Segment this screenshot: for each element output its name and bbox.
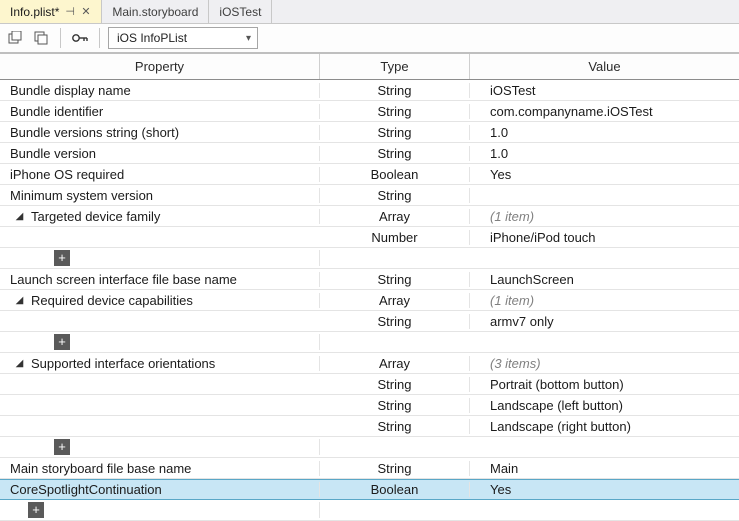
value-label: (1 item) [470, 209, 739, 224]
type-label: Array [320, 293, 470, 308]
close-icon[interactable]: ✕ [81, 7, 91, 17]
type-label: String [320, 272, 470, 287]
table-row[interactable]: Minimum system version String [0, 185, 739, 206]
type-label: String [320, 461, 470, 476]
tab-label: iOSTest [219, 5, 261, 19]
expand-all-button[interactable] [4, 27, 26, 49]
type-label: String [320, 398, 470, 413]
value-label: Yes [470, 167, 739, 182]
disclosure-triangle-icon[interactable]: ◢ [14, 358, 25, 369]
tab-iostest[interactable]: iOSTest [209, 0, 272, 23]
add-item-button[interactable]: + [54, 250, 70, 266]
value-label: iOSTest [470, 83, 739, 98]
chevron-down-icon: ▾ [246, 33, 251, 44]
table-row[interactable]: Bundle identifier String com.companyname… [0, 101, 739, 122]
value-label: Landscape (right button) [470, 419, 739, 434]
prop-label: Bundle identifier [10, 104, 103, 119]
value-label: 1.0 [470, 146, 739, 161]
prop-label: Required device capabilities [31, 293, 193, 308]
column-header-type[interactable]: Type [320, 54, 470, 79]
table-row[interactable]: Bundle version String 1.0 [0, 143, 739, 164]
prop-label: Minimum system version [10, 188, 153, 203]
prop-label: Targeted device family [31, 209, 160, 224]
type-label: Array [320, 356, 470, 371]
type-label: String [320, 104, 470, 119]
value-label: com.companyname.iOSTest [470, 104, 739, 119]
table-row[interactable]: Number iPhone/iPod touch [0, 227, 739, 248]
property-grid: Bundle display name String iOSTest Bundl… [0, 80, 739, 521]
type-label: Array [320, 209, 470, 224]
grid-header: Property Type Value [0, 54, 739, 80]
table-row[interactable]: String Landscape (left button) [0, 395, 739, 416]
prop-label: Bundle version [10, 146, 96, 161]
value-label: armv7 only [470, 314, 739, 329]
table-row[interactable]: Bundle display name String iOSTest [0, 80, 739, 101]
toolbar-separator [99, 28, 100, 48]
type-label: String [320, 83, 470, 98]
prop-label: Bundle versions string (short) [10, 125, 179, 140]
tab-info-plist[interactable]: Info.plist* ⊣ ✕ [0, 0, 102, 23]
table-row[interactable]: ◢ Targeted device family Array (1 item) [0, 206, 739, 227]
table-row[interactable]: ◢ Required device capabilities Array (1 … [0, 290, 739, 311]
toolbar-separator [60, 28, 61, 48]
value-label: (1 item) [470, 293, 739, 308]
type-label: String [320, 377, 470, 392]
type-label: String [320, 188, 470, 203]
table-row[interactable]: Bundle versions string (short) String 1.… [0, 122, 739, 143]
value-label: Portrait (bottom button) [470, 377, 739, 392]
tab-label: Main.storyboard [112, 5, 198, 19]
prop-label: Main storyboard file base name [10, 461, 191, 476]
table-row[interactable]: String Portrait (bottom button) [0, 374, 739, 395]
type-label: String [320, 125, 470, 140]
toolbar: iOS InfoPList ▾ [0, 24, 739, 54]
value-label: 1.0 [470, 125, 739, 140]
key-button[interactable] [69, 27, 91, 49]
table-row[interactable]: Launch screen interface file base name S… [0, 269, 739, 290]
type-label: Number [320, 230, 470, 245]
table-row[interactable]: + [0, 332, 739, 353]
type-label: String [320, 314, 470, 329]
table-row[interactable]: Main storyboard file base name String Ma… [0, 458, 739, 479]
value-label: LaunchScreen [470, 272, 739, 287]
prop-label: Supported interface orientations [31, 356, 215, 371]
pin-icon[interactable]: ⊣ [65, 7, 75, 17]
value-label: (3 items) [470, 356, 739, 371]
add-item-button[interactable]: + [28, 502, 44, 518]
collapse-all-button[interactable] [30, 27, 52, 49]
type-label: String [320, 419, 470, 434]
add-item-button[interactable]: + [54, 439, 70, 455]
value-label: Main [470, 461, 739, 476]
table-row[interactable]: + [0, 248, 739, 269]
prop-label: Launch screen interface file base name [10, 272, 237, 287]
tab-label: Info.plist* [10, 5, 59, 19]
tab-main-storyboard[interactable]: Main.storyboard [102, 0, 209, 23]
table-row[interactable]: iPhone OS required Boolean Yes [0, 164, 739, 185]
add-item-button[interactable]: + [54, 334, 70, 350]
table-row[interactable]: String Landscape (right button) [0, 416, 739, 437]
column-header-property[interactable]: Property [0, 54, 320, 79]
value-label: iPhone/iPod touch [470, 230, 739, 245]
prop-label: iPhone OS required [10, 167, 124, 182]
tab-strip: Info.plist* ⊣ ✕ Main.storyboard iOSTest [0, 0, 739, 24]
table-row[interactable]: ◢ Supported interface orientations Array… [0, 353, 739, 374]
prop-label: CoreSpotlightContinuation [10, 482, 162, 497]
plist-type-dropdown[interactable]: iOS InfoPList ▾ [108, 27, 258, 49]
type-label: Boolean [320, 167, 470, 182]
disclosure-triangle-icon[interactable]: ◢ [14, 295, 25, 306]
table-row[interactable]: String armv7 only [0, 311, 739, 332]
column-header-value[interactable]: Value [470, 54, 739, 79]
type-label: Boolean [320, 482, 470, 497]
disclosure-triangle-icon[interactable]: ◢ [14, 211, 25, 222]
value-label: Landscape (left button) [470, 398, 739, 413]
type-label: String [320, 146, 470, 161]
dropdown-label: iOS InfoPList [117, 31, 187, 45]
table-row[interactable]: + [0, 437, 739, 458]
table-row-selected[interactable]: CoreSpotlightContinuation Boolean Yes [0, 479, 739, 500]
prop-label: Bundle display name [10, 83, 131, 98]
value-label: Yes [470, 482, 739, 497]
